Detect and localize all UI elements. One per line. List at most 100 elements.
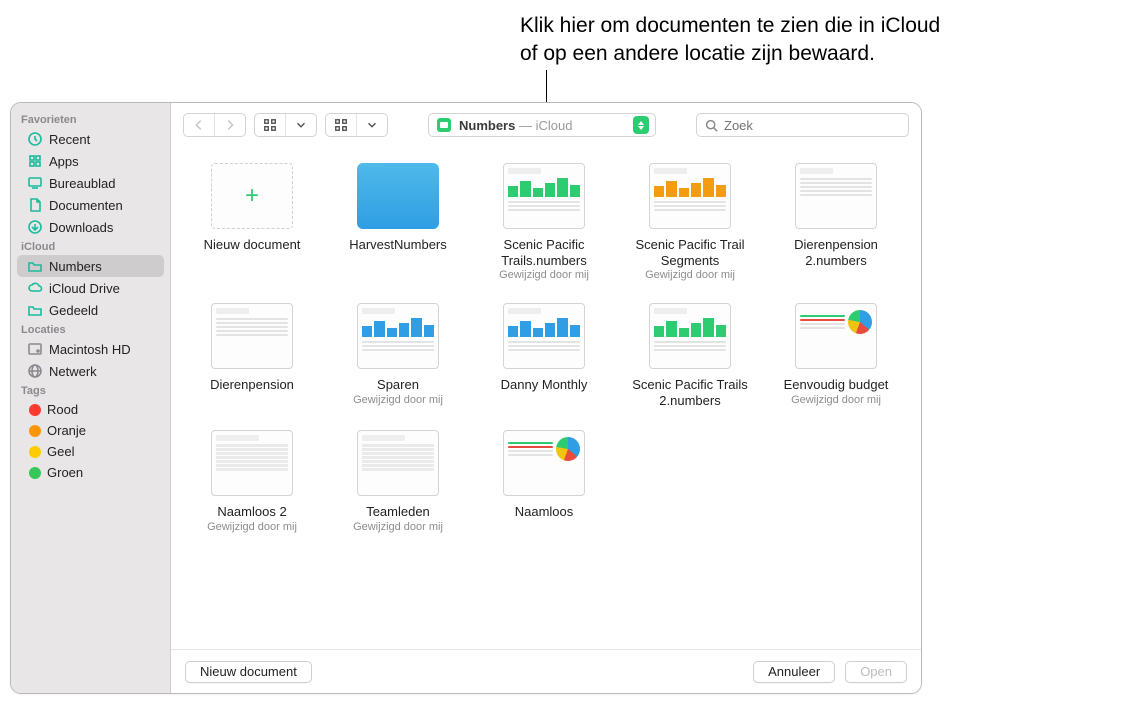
group-by-button[interactable]	[326, 114, 356, 136]
sidebar-section-header: Locaties	[11, 321, 170, 338]
document-tile[interactable]: SparenGewijzigd door mij	[327, 303, 469, 408]
sidebar-item-label: Documenten	[49, 198, 123, 213]
sidebar-item-label: Bureaublad	[49, 176, 116, 191]
search-field[interactable]	[696, 113, 909, 137]
item-title: Scenic Pacific Trails 2.numbers	[621, 377, 759, 408]
sidebar-item-label: Netwerk	[49, 364, 97, 379]
sidebar-item-icloud-drive[interactable]: iCloud Drive	[17, 277, 164, 299]
view-mode-segment	[254, 113, 317, 137]
sidebar-item-bureaublad[interactable]: Bureaublad	[17, 172, 164, 194]
forward-button[interactable]	[214, 114, 245, 136]
sidebar-item-numbers[interactable]: Numbers	[17, 255, 164, 277]
group-by-chevron[interactable]	[356, 114, 387, 136]
cloud-icon	[27, 280, 43, 296]
document-tile[interactable]: Dierenpension 2.numbers	[765, 163, 907, 281]
document-tile[interactable]: Scenic Pacific Trails 2.numbers	[619, 303, 761, 408]
sidebar-item-apps[interactable]: Apps	[17, 150, 164, 172]
nav-segment	[183, 113, 246, 137]
dialog-footer: Nieuw document Annuleer Open	[171, 649, 921, 693]
sidebar-section-header: Tags	[11, 382, 170, 399]
item-title: Danny Monthly	[501, 377, 588, 393]
callout-line1: Klik hier om documenten te zien die in i…	[520, 14, 940, 37]
location-popup[interactable]: Numbers — iCloud	[428, 113, 656, 137]
folder-tile[interactable]: HarvestNumbers	[327, 163, 469, 281]
item-title: Nieuw document	[204, 237, 301, 253]
sidebar-item-geel[interactable]: Geel	[17, 441, 164, 462]
tag-dot-icon	[29, 446, 41, 458]
icon-view-button[interactable]	[255, 114, 285, 136]
item-subtitle: Gewijzigd door mij	[645, 269, 735, 281]
open-button[interactable]: Open	[845, 661, 907, 683]
disk-icon	[27, 341, 43, 357]
item-title: Naamloos 2	[217, 504, 286, 520]
sidebar-item-netwerk[interactable]: Netwerk	[17, 360, 164, 382]
tag-dot-icon	[29, 467, 41, 479]
search-icon	[705, 119, 718, 132]
document-tile[interactable]: Naamloos	[473, 430, 615, 533]
new-document-tile[interactable]: +Nieuw document	[181, 163, 323, 281]
item-title: Dierenpension 2.numbers	[767, 237, 905, 268]
item-subtitle: Gewijzigd door mij	[353, 394, 443, 406]
item-subtitle: Gewijzigd door mij	[353, 521, 443, 533]
document-tile[interactable]: Scenic Pacific Trail SegmentsGewijzigd d…	[619, 163, 761, 281]
document-tile[interactable]: Naamloos 2Gewijzigd door mij	[181, 430, 323, 533]
download-icon	[27, 219, 43, 235]
item-subtitle: Gewijzigd door mij	[791, 394, 881, 406]
sidebar: Favorieten Recent Apps Bureaublad Documenten…	[11, 103, 171, 693]
sidebar-item-label: Numbers	[49, 259, 102, 274]
item-title: Scenic Pacific Trails.numbers	[475, 237, 613, 268]
annotation-callout: Klik hier om documenten te zien die in i…	[520, 12, 1133, 69]
sidebar-item-label: Apps	[49, 154, 79, 169]
document-tile[interactable]: Eenvoudig budgetGewijzigd door mij	[765, 303, 907, 408]
sidebar-item-label: Macintosh HD	[49, 342, 131, 357]
group-segment	[325, 113, 388, 137]
tag-dot-icon	[29, 404, 41, 416]
sidebar-item-label: Groen	[47, 465, 83, 480]
sidebar-item-label: Oranje	[47, 423, 86, 438]
sidebar-item-label: Gedeeld	[49, 303, 98, 318]
sidebar-item-label: Downloads	[49, 220, 113, 235]
back-button[interactable]	[184, 114, 214, 136]
document-tile[interactable]: TeamledenGewijzigd door mij	[327, 430, 469, 533]
sidebar-item-documenten[interactable]: Documenten	[17, 194, 164, 216]
file-browser[interactable]: +Nieuw documentHarvestNumbersScenic Paci…	[171, 145, 921, 649]
location-text: Numbers — iCloud	[459, 118, 625, 133]
callout-line2: of op een andere locatie zijn bewaard.	[520, 42, 875, 65]
sidebar-item-groen[interactable]: Groen	[17, 462, 164, 483]
sidebar-item-oranje[interactable]: Oranje	[17, 420, 164, 441]
item-title: Naamloos	[515, 504, 574, 520]
apps-icon	[27, 153, 43, 169]
sidebar-item-label: iCloud Drive	[49, 281, 120, 296]
numbers-app-icon	[437, 118, 451, 132]
tag-dot-icon	[29, 425, 41, 437]
document-tile[interactable]: Danny Monthly	[473, 303, 615, 408]
new-document-button[interactable]: Nieuw document	[185, 661, 312, 683]
search-input[interactable]	[724, 118, 900, 133]
sidebar-section-header: Favorieten	[11, 111, 170, 128]
sidebar-item-gedeeld[interactable]: Gedeeld	[17, 299, 164, 321]
cancel-button[interactable]: Annuleer	[753, 661, 835, 683]
sidebar-item-rood[interactable]: Rood	[17, 399, 164, 420]
sidebar-item-downloads[interactable]: Downloads	[17, 216, 164, 238]
item-title: Dierenpension	[210, 377, 294, 393]
item-title: Teamleden	[366, 504, 430, 520]
sidebar-item-label: Recent	[49, 132, 90, 147]
document-tile[interactable]: Dierenpension	[181, 303, 323, 408]
desktop-icon	[27, 175, 43, 191]
up-down-chevron-icon	[633, 116, 649, 134]
sidebar-item-label: Rood	[47, 402, 78, 417]
document-tile[interactable]: Scenic Pacific Trails.numbersGewijzigd d…	[473, 163, 615, 281]
item-title: Sparen	[377, 377, 419, 393]
view-mode-chevron[interactable]	[285, 114, 316, 136]
main-panel: Numbers — iCloud +Nieuw documentHarvestN…	[171, 103, 921, 693]
item-title: Scenic Pacific Trail Segments	[621, 237, 759, 268]
toolbar: Numbers — iCloud	[171, 103, 921, 145]
sidebar-item-macintosh-hd[interactable]: Macintosh HD	[17, 338, 164, 360]
item-subtitle: Gewijzigd door mij	[207, 521, 297, 533]
globe-icon	[27, 363, 43, 379]
sidebar-item-recent[interactable]: Recent	[17, 128, 164, 150]
item-title: Eenvoudig budget	[784, 377, 889, 393]
folder-icon	[27, 258, 43, 274]
sidebar-item-label: Geel	[47, 444, 74, 459]
shared-icon	[27, 302, 43, 318]
